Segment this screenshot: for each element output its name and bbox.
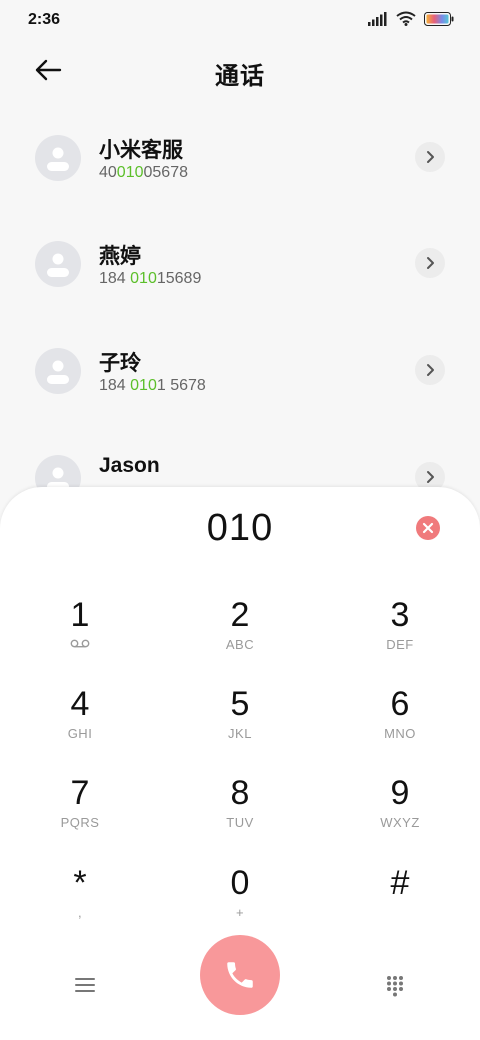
close-icon [422, 522, 434, 534]
key-digit: 0 [230, 864, 250, 902]
contact-name: 燕婷 [99, 245, 141, 268]
key-1[interactable]: 1 [25, 595, 135, 675]
key-letters: ABC [225, 637, 255, 652]
dialpad-panel: 010 1 2 ABC 3 DEF 4 GHI 5 JKL 6 MNO 7 PQ… [0, 487, 480, 1040]
contact-number: 4001005678 [99, 164, 188, 182]
call-button[interactable] [200, 935, 280, 1015]
key-9[interactable]: 9 WXYZ [345, 773, 455, 853]
key-letters: PQRS [60, 815, 100, 830]
chevron-right-icon [427, 257, 434, 269]
avatar [35, 135, 81, 181]
phone-icon [227, 962, 253, 988]
key-4[interactable]: 4 GHI [25, 684, 135, 764]
contact-name: 小米客服 [99, 139, 183, 162]
number-suffix: 1 5678 [156, 377, 206, 394]
dialpad-toggle-button[interactable] [380, 971, 410, 1001]
number-match: 010 [116, 164, 144, 181]
avatar [35, 241, 81, 287]
key-letters: , [77, 905, 83, 920]
key-3[interactable]: 3 DEF [345, 595, 455, 675]
number-prefix: 40 [99, 164, 117, 181]
contact-item[interactable]: 子玲 184 0101 5678 [0, 339, 480, 419]
contact-detail-button[interactable] [415, 355, 445, 385]
key-2[interactable]: 2 ABC [185, 595, 295, 675]
key-6[interactable]: 6 MNO [345, 684, 455, 764]
contact-name: Jason [99, 454, 160, 477]
avatar [35, 348, 81, 394]
user-icon [47, 360, 69, 384]
key-digit: 5 [230, 685, 250, 723]
user-icon [47, 253, 69, 277]
key-5[interactable]: 5 JKL [185, 684, 295, 764]
wifi-icon [396, 11, 416, 26]
key-digit: 4 [70, 685, 90, 723]
voicemail-icon [70, 639, 90, 648]
clear-button[interactable] [416, 516, 440, 540]
contact-detail-button[interactable] [415, 142, 445, 172]
dialpad-icon [387, 976, 403, 997]
signal-icon [368, 11, 387, 26]
battery-icon [424, 11, 454, 26]
status-time: 2:36 [28, 11, 61, 28]
page-title: 通话 [215, 63, 265, 90]
key-digit: 3 [390, 596, 410, 634]
key-hash[interactable]: # [345, 863, 455, 943]
key-digit: 7 [70, 774, 90, 812]
key-digit: 1 [70, 596, 90, 634]
chevron-right-icon [427, 364, 434, 376]
chevron-right-icon [427, 151, 434, 163]
key-digit: 6 [390, 685, 410, 723]
key-digit: * [73, 864, 87, 902]
contact-number: 184 01015689 [99, 270, 201, 288]
key-letters: MNO [384, 726, 416, 741]
dialed-number: 010 [206, 507, 274, 549]
contact-name: 子玲 [99, 352, 141, 375]
number-prefix: 184 [99, 377, 131, 394]
key-digit: 8 [230, 774, 250, 812]
chevron-right-icon [427, 471, 434, 483]
key-letters: JKL [228, 726, 252, 741]
key-letters: DEF [386, 637, 414, 652]
key-letters: GHI [67, 726, 93, 741]
key-digit: 2 [230, 596, 250, 634]
key-0[interactable]: 0 + [185, 863, 295, 943]
menu-button[interactable] [70, 972, 100, 998]
key-letters: WXYZ [380, 815, 420, 830]
number-suffix: 05678 [143, 164, 189, 181]
key-digit: # [390, 864, 410, 902]
key-star[interactable]: * , [25, 863, 135, 943]
contact-detail-button[interactable] [415, 248, 445, 278]
number-prefix: 184 [99, 270, 131, 287]
status-icons [368, 11, 454, 26]
number-match: 010 [130, 377, 157, 394]
number-suffix: 15689 [156, 270, 202, 287]
contact-item[interactable]: 小米客服 4001005678 [0, 126, 480, 206]
contact-number: 184 0101 5678 [99, 377, 206, 395]
user-icon [47, 147, 69, 171]
key-letters: TUV [226, 815, 254, 830]
key-8[interactable]: 8 TUV [185, 773, 295, 853]
status-bar: 2:36 [0, 0, 480, 40]
number-match: 010 [130, 270, 157, 287]
header: 通话 [0, 40, 480, 102]
menu-icon [75, 978, 95, 992]
key-letters: + [235, 905, 245, 920]
key-7[interactable]: 7 PQRS [25, 773, 135, 853]
key-digit: 9 [390, 774, 410, 812]
contact-item[interactable]: 燕婷 184 01015689 [0, 232, 480, 312]
